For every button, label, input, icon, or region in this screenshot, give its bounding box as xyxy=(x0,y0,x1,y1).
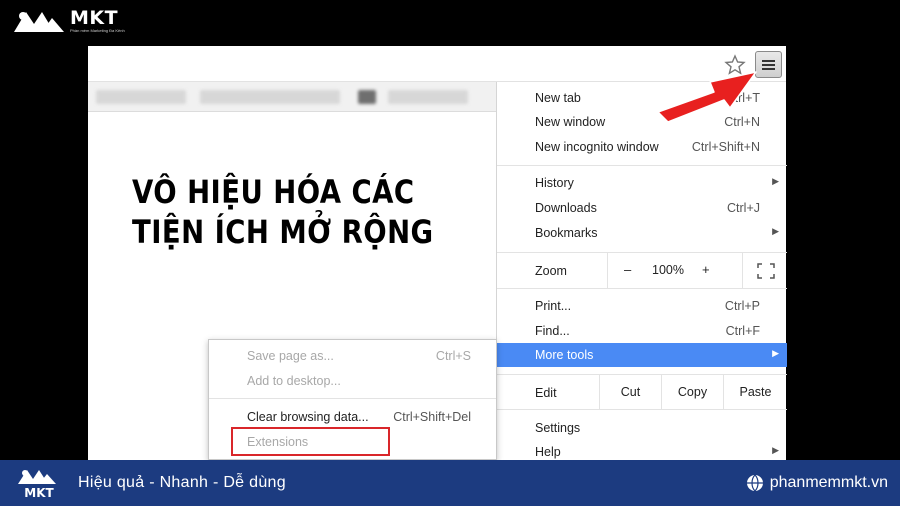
zoom-in-button[interactable]: + xyxy=(702,262,710,277)
headline: VÔ HIỆU HÓA CÁC TIỆN ÍCH MỞ RỘNG xyxy=(132,172,434,252)
menu-item-find[interactable]: Find... Ctrl+F xyxy=(497,319,787,343)
copy-button[interactable]: Copy xyxy=(661,375,723,409)
mkt-logo-icon xyxy=(14,12,64,32)
menu-item-new-incognito-window[interactable]: New incognito window Ctrl+Shift+N xyxy=(497,135,787,159)
chrome-menu: New tab Ctrl+T New window Ctrl+N New inc… xyxy=(496,82,787,460)
zoom-label: Zoom xyxy=(535,264,567,278)
slogan: Hiệu quả - Nhanh - Dễ dùng xyxy=(78,474,286,491)
mkt-logo-icon: MKT xyxy=(18,470,56,500)
website[interactable]: phanmemmkt.vn xyxy=(746,474,888,492)
submenu-item-clear-browsing-data[interactable]: Clear browsing data... Ctrl+Shift+Del xyxy=(209,405,496,429)
website-url[interactable]: phanmemmkt.vn xyxy=(770,474,888,492)
menu-item-bookmarks[interactable]: Bookmarks ▶ xyxy=(497,221,787,245)
edit-row: Edit Cut Copy Paste xyxy=(497,374,787,410)
menu-divider xyxy=(497,165,787,166)
submenu-item-save-page[interactable]: Save page as... Ctrl+S xyxy=(209,344,496,368)
red-arrow-icon xyxy=(657,71,757,123)
zoom-out-button[interactable]: – xyxy=(624,262,631,277)
menu-item-print[interactable]: Print... Ctrl+P xyxy=(497,294,787,318)
menu-item-history[interactable]: History ▶ xyxy=(497,171,787,195)
zoom-level: 100% xyxy=(652,263,684,277)
bookmark-blurred[interactable] xyxy=(388,90,468,104)
zoom-row: Zoom – 100% + xyxy=(497,252,787,289)
menu-item-more-tools[interactable]: More tools ▶ xyxy=(497,343,787,367)
bookmark-blurred[interactable] xyxy=(358,90,376,104)
bookmark-blurred[interactable] xyxy=(200,90,340,104)
chevron-right-icon: ▶ xyxy=(772,226,779,236)
bottom-banner: MKT Hiệu quả - Nhanh - Dễ dùng phanmemmk… xyxy=(0,460,900,506)
headline-line2: TIỆN ÍCH MỞ RỘNG xyxy=(132,213,434,251)
chevron-right-icon: ▶ xyxy=(772,176,779,186)
edit-label: Edit xyxy=(535,386,557,400)
brand: MKT Phần mềm Marketing Đa Kênh xyxy=(12,6,125,34)
brand-tagline: Phần mềm Marketing Đa Kênh xyxy=(70,27,125,33)
fullscreen-icon xyxy=(757,263,775,279)
hamburger-icon xyxy=(762,60,775,62)
paste-button[interactable]: Paste xyxy=(723,375,787,409)
cut-button[interactable]: Cut xyxy=(599,375,661,409)
menu-item-downloads[interactable]: Downloads Ctrl+J xyxy=(497,196,787,220)
menu-item-settings[interactable]: Settings xyxy=(497,416,787,440)
extensions-highlight-box xyxy=(231,427,390,456)
zoom-control: – 100% + xyxy=(607,253,787,288)
brand-name: MKT xyxy=(70,6,119,29)
chevron-right-icon: ▶ xyxy=(772,348,779,358)
submenu-item-add-to-desktop[interactable]: Add to desktop... xyxy=(209,369,496,393)
chevron-right-icon: ▶ xyxy=(772,445,779,455)
globe-icon xyxy=(746,474,763,492)
fullscreen-button[interactable] xyxy=(742,253,788,288)
submenu-divider xyxy=(209,398,496,399)
svg-text:MKT: MKT xyxy=(24,486,54,500)
bookmark-blurred[interactable] xyxy=(96,90,186,104)
headline-line1: VÔ HIỆU HÓA CÁC xyxy=(132,173,415,211)
